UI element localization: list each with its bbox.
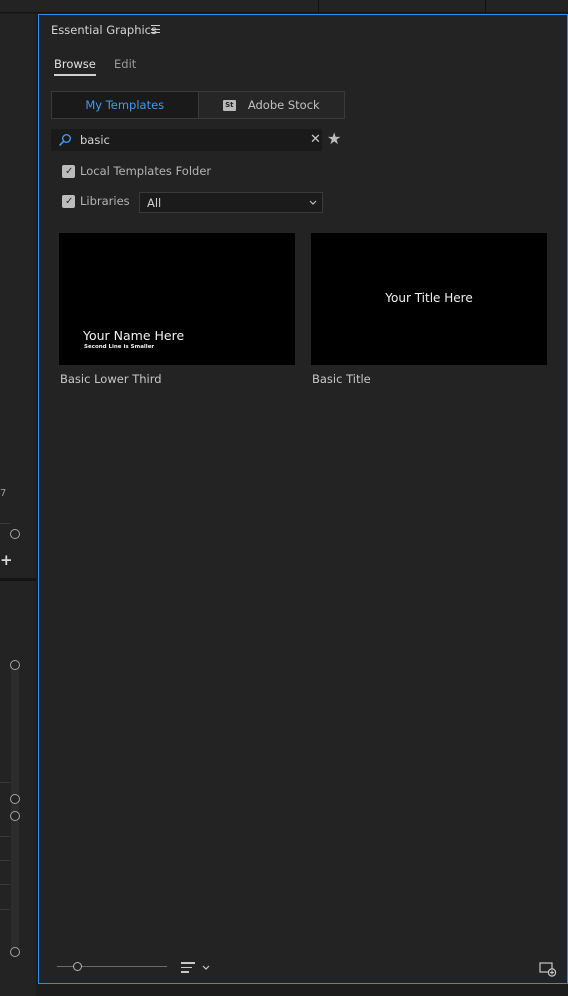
left-slider-knob-lower[interactable]	[10, 811, 20, 821]
left-slider-knob-top[interactable]	[10, 660, 20, 670]
left-panel-number: 7	[0, 488, 7, 499]
preview-main-text: Your Title Here	[385, 291, 473, 305]
libraries-dropdown[interactable]: All	[139, 192, 323, 213]
search-icon	[58, 134, 71, 147]
left-slider-knob-middle[interactable]	[10, 794, 20, 804]
left-slider-track[interactable]	[11, 664, 19, 956]
search-value: basic	[80, 133, 110, 147]
adobe-stock-label: Adobe Stock	[247, 98, 320, 112]
left-panel-divider	[0, 578, 36, 581]
chevron-down-icon[interactable]	[201, 961, 211, 973]
left-slider-knob[interactable]	[10, 529, 20, 539]
chevron-down-icon	[309, 200, 317, 205]
preview-main-text: Your Name Here	[83, 328, 185, 343]
template-thumbnail-basic-lower-third[interactable]: Your Name Here Second Line is Smaller	[59, 233, 295, 365]
thumbnail-size-knob[interactable]	[73, 962, 82, 971]
tab-browse[interactable]: Browse	[54, 57, 96, 76]
left-grid-line	[0, 884, 10, 885]
left-grid-line	[0, 860, 10, 861]
adobe-stock-button[interactable]: St Adobe Stock	[198, 92, 344, 118]
search-input[interactable]: basic ✕	[51, 129, 322, 151]
preview-sub-text: Second Line is Smaller	[84, 344, 155, 350]
essential-graphics-panel: Essential Graphics Browse Edit My Templa…	[38, 14, 568, 984]
top-panel-strip	[0, 0, 568, 13]
left-grid-line	[0, 782, 10, 783]
check-icon: ✓	[65, 196, 74, 207]
panel-title: Essential Graphics	[51, 23, 157, 37]
clear-icon[interactable]: ✕	[310, 132, 321, 148]
tab-edit[interactable]: Edit	[114, 57, 136, 71]
libraries-dropdown-value: All	[147, 196, 162, 210]
template-name[interactable]: Basic Lower Third	[60, 372, 162, 386]
template-name[interactable]: Basic Title	[312, 372, 371, 386]
hamburger-icon[interactable]	[151, 25, 160, 33]
star-icon[interactable]: ★	[327, 130, 341, 148]
add-icon[interactable]: +	[0, 553, 13, 568]
local-templates-label: Local Templates Folder	[80, 164, 212, 178]
local-templates-checkbox[interactable]: ✓	[62, 165, 75, 178]
template-source-switch: My Templates St Adobe Stock	[51, 91, 345, 119]
my-templates-button[interactable]: My Templates	[52, 92, 199, 118]
stock-badge-icon: St	[222, 99, 236, 111]
libraries-checkbox[interactable]: ✓	[62, 195, 75, 208]
template-thumbnail-basic-title[interactable]: Your Title Here	[311, 233, 547, 365]
left-divider-line	[0, 523, 10, 524]
check-icon: ✓	[65, 166, 74, 177]
new-item-icon[interactable]	[539, 961, 557, 977]
libraries-label: Libraries	[80, 194, 130, 208]
left-grid-line	[0, 836, 10, 837]
left-grid-line	[0, 909, 10, 910]
list-view-icon[interactable]	[181, 962, 195, 974]
left-slider-knob-bottom[interactable]	[10, 947, 20, 957]
